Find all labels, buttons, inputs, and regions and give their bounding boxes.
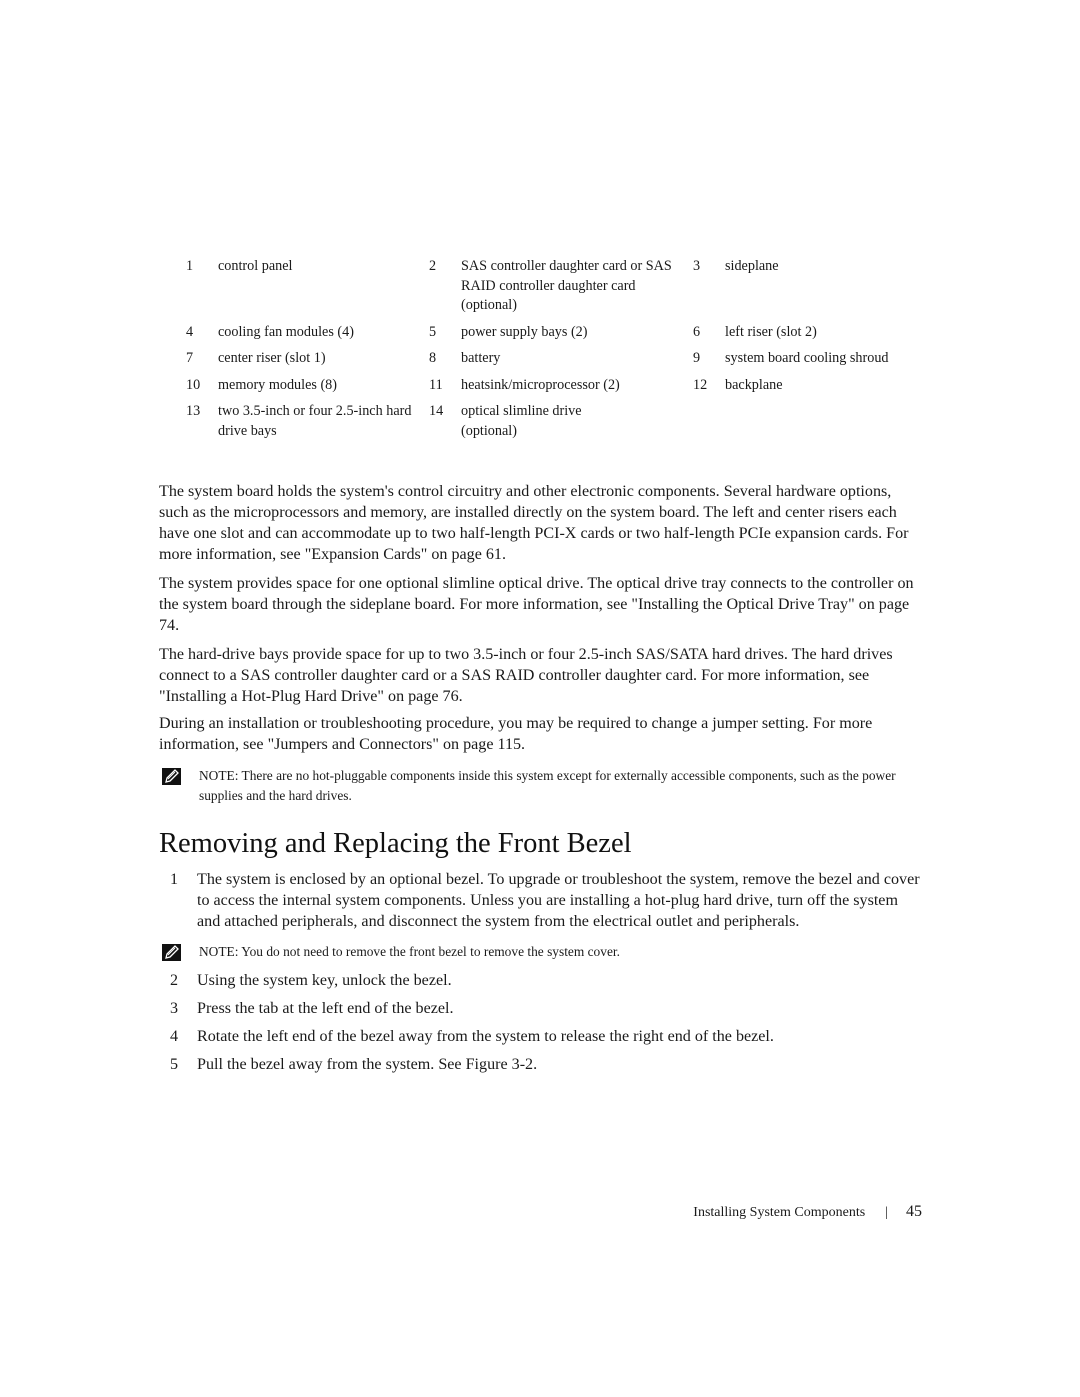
legend-label: two 3.5-inch or four 2.5-inch hard drive… <box>218 403 412 439</box>
legend-row: 4 cooling fan modules (4) 5 power supply… <box>186 323 926 350</box>
footer-separator: | <box>885 1205 888 1220</box>
legend-row: 10 memory modules (8) 11 heatsink/microp… <box>186 376 926 403</box>
legend-label: heatsink/microprocessor (2) <box>461 376 620 393</box>
note-pencil-icon <box>162 944 181 961</box>
section-heading: Removing and Replacing the Front Bezel <box>159 828 632 859</box>
step-item: 4 Rotate the left end of the bezel away … <box>170 1026 925 1047</box>
note-block: NOTE: There are no hot-pluggable compone… <box>159 766 924 806</box>
legend-label: control panel <box>218 258 293 274</box>
legend-number: 7 <box>186 350 194 366</box>
body-paragraph: The system board holds the system's cont… <box>159 483 909 563</box>
legend-row: 13 two 3.5-inch or four 2.5-inch hard dr… <box>186 402 926 448</box>
legend-label: backplane <box>725 376 783 393</box>
step-item: 1 The system is enclosed by an optional … <box>170 869 925 932</box>
note-pencil-icon <box>162 768 181 785</box>
body-paragraph: During an installation or troubleshootin… <box>159 715 873 753</box>
step-number: 3 <box>170 1000 179 1017</box>
body-paragraph: The system provides space for one option… <box>159 575 914 634</box>
note-text: NOTE: There are no hot-pluggable compone… <box>199 768 896 803</box>
legend-number: 13 <box>186 403 201 419</box>
legend-number: 14 <box>429 403 444 419</box>
legend-number: 5 <box>429 323 437 340</box>
footer-section-title: Installing System Components <box>693 1205 866 1220</box>
legend-label: battery <box>461 350 501 366</box>
step-text: Rotate the left end of the bezel away fr… <box>197 1028 774 1045</box>
legend-label: system board cooling shroud <box>725 350 889 366</box>
legend-label: power supply bays (2) <box>461 323 588 340</box>
legend-label: left riser (slot 2) <box>725 323 817 340</box>
legend-number: 2 <box>429 258 437 274</box>
legend-label: SAS controller daughter card or SAS RAID… <box>461 258 672 313</box>
legend-label: cooling fan modules (4) <box>218 323 354 340</box>
legend-row: 7 center riser (slot 1) 8 battery 9 syst… <box>186 349 926 376</box>
legend-number: 8 <box>429 350 437 366</box>
step-number: 2 <box>170 972 179 989</box>
step-text: The system is enclosed by an optional be… <box>197 871 920 930</box>
legend-label: optical slimline drive (optional) <box>461 403 582 439</box>
legend-number: 11 <box>429 376 443 393</box>
legend-label <box>725 402 926 448</box>
note-block: NOTE: You do not need to remove the fron… <box>159 942 924 962</box>
step-text: Press the tab at the left end of the bez… <box>197 1000 454 1017</box>
step-item: 5 Pull the bezel away from the system. S… <box>170 1054 925 1075</box>
step-number: 4 <box>170 1028 179 1045</box>
legend-label: memory modules (8) <box>218 376 337 393</box>
step-number: 1 <box>170 871 179 888</box>
page-footer: Installing System Components | 45 <box>600 1203 922 1221</box>
legend-number <box>693 402 725 448</box>
legend-number: 12 <box>693 376 708 393</box>
legend-label: sideplane <box>725 258 779 274</box>
legend-row: 1 control panel 2 SAS controller daughte… <box>186 257 926 323</box>
step-text: Using the system key, unlock the bezel. <box>197 972 452 989</box>
legend-number: 9 <box>693 350 701 366</box>
legend-label: center riser (slot 1) <box>218 350 326 366</box>
step-item: 3 Press the tab at the left end of the b… <box>170 998 925 1019</box>
page-number: 45 <box>906 1203 922 1220</box>
legend-number: 3 <box>693 258 701 274</box>
body-paragraph: The hard-drive bays provide space for up… <box>159 646 893 705</box>
legend-number: 1 <box>186 258 194 274</box>
step-item: 2 Using the system key, unlock the bezel… <box>170 970 925 991</box>
legend-number: 10 <box>186 376 201 393</box>
callout-legend-table: 1 control panel 2 SAS controller daughte… <box>186 257 926 448</box>
legend-number: 4 <box>186 323 194 340</box>
step-text: Pull the bezel away from the system. See… <box>197 1056 538 1073</box>
note-text: NOTE: You do not need to remove the fron… <box>199 944 620 959</box>
step-number: 5 <box>170 1056 179 1073</box>
legend-number: 6 <box>693 323 701 340</box>
